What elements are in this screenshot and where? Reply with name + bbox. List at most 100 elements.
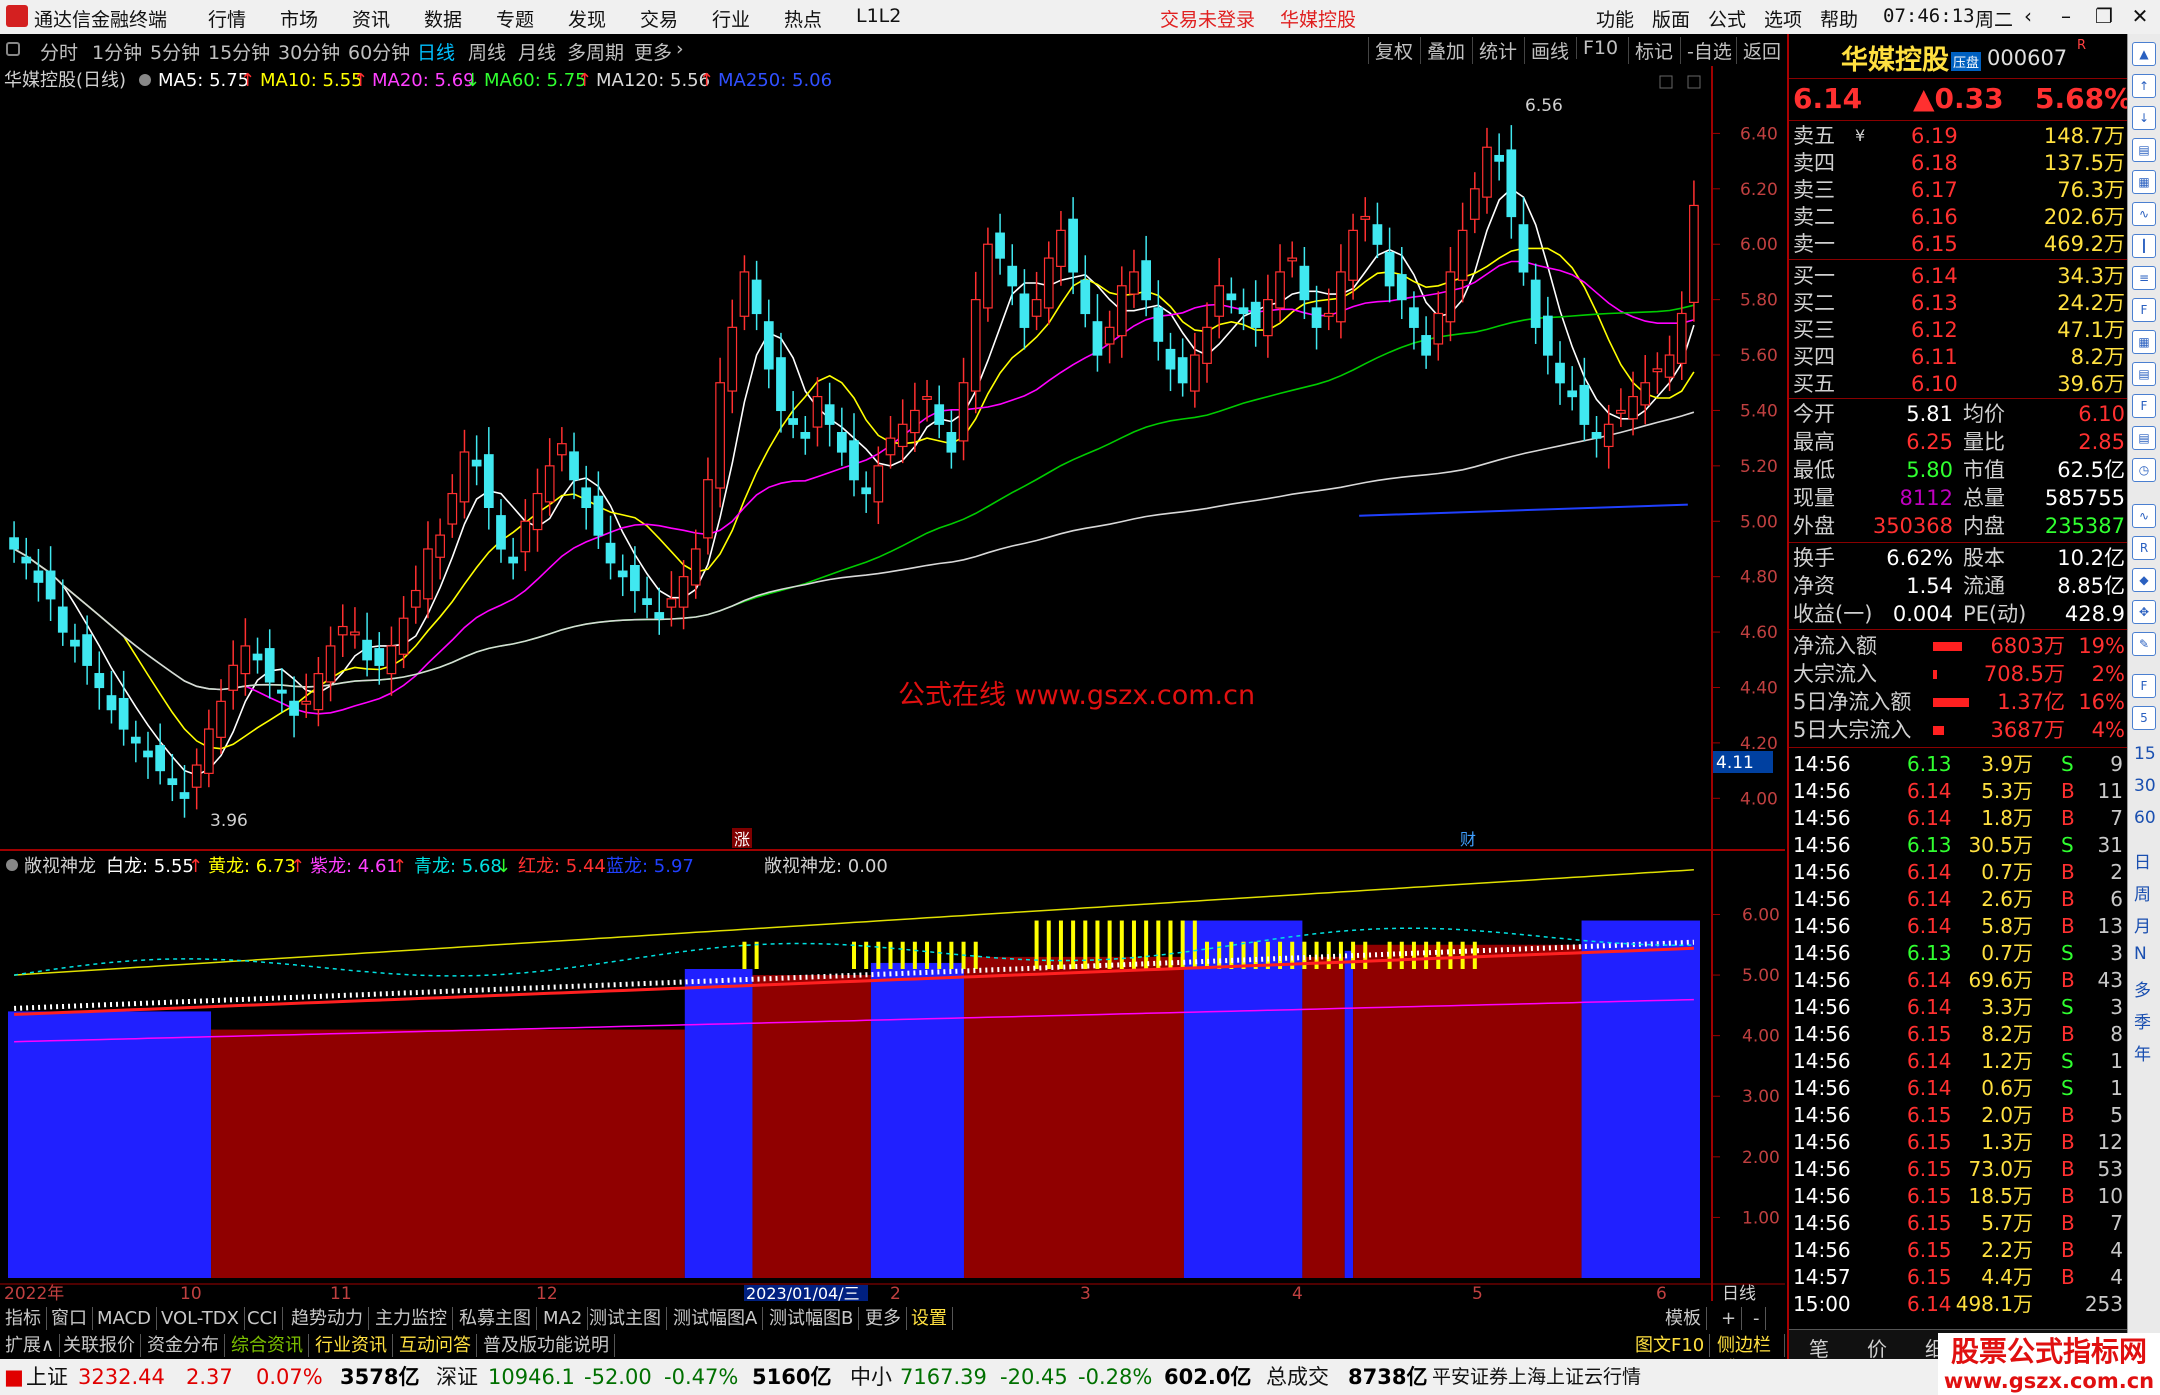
side-label-60[interactable]: 60 bbox=[2134, 808, 2156, 828]
f10-tab[interactable]: 图文F10 bbox=[1630, 1334, 1711, 1357]
ask-row[interactable]: 卖二 6.16 202.6万 bbox=[1793, 203, 2125, 231]
panel-tab[interactable]: 价 bbox=[1867, 1333, 1887, 1362]
chart-svg[interactable]: 6.40 6.20 6.00 5.80 5.60 5.40 5.20 5.00 4.80 4.60… bbox=[0, 66, 1785, 1301]
extension-tab[interactable]: 综合资讯 bbox=[226, 1334, 309, 1357]
f5-icon[interactable]: F bbox=[2132, 674, 2156, 698]
toolbar-toggle-icon[interactable] bbox=[6, 42, 20, 56]
side-period[interactable]: 月 bbox=[2134, 912, 2151, 937]
chart-area[interactable]: 6.40 6.20 6.00 5.80 5.60 5.40 5.20 5.00 4.80 4.60… bbox=[0, 66, 1785, 1301]
bid-row[interactable]: 买五 6.10 39.6万 bbox=[1793, 370, 2125, 398]
panel-tab[interactable]: 笔 bbox=[1809, 1333, 1829, 1362]
tick-row[interactable]: 14:56 6.15 73.0万 B 53 bbox=[1793, 1155, 2125, 1183]
side-period[interactable]: 年 bbox=[2134, 1040, 2151, 1065]
tick-row[interactable]: 14:56 6.13 3.9万 S 9 bbox=[1793, 750, 2125, 778]
menu-item[interactable]: 热点 bbox=[784, 5, 822, 32]
event-marker-zhang[interactable]: 涨 bbox=[734, 830, 750, 849]
sub-legend-settings-icon[interactable] bbox=[6, 859, 18, 871]
tick-row[interactable]: 15:00 6.14 498.1万 253 bbox=[1793, 1290, 2125, 1318]
side-period[interactable]: N bbox=[2134, 944, 2147, 964]
tool-button[interactable]: 统计 bbox=[1472, 37, 1517, 64]
tick-row[interactable]: 14:56 6.14 3.3万 S 3 bbox=[1793, 993, 2125, 1021]
indicator-tab[interactable]: VOL-TDX bbox=[156, 1307, 245, 1330]
nav-up-icon[interactable]: ▲ bbox=[2132, 42, 2156, 66]
tool-button[interactable]: -自选 bbox=[1680, 37, 1732, 64]
template-button[interactable]: 模板 bbox=[1660, 1307, 1707, 1330]
tick-row[interactable]: 14:56 6.14 0.6万 S 1 bbox=[1793, 1074, 2125, 1102]
tool-button[interactable]: 画线 bbox=[1524, 37, 1569, 64]
period-tab[interactable]: 分时 bbox=[40, 38, 78, 65]
table-icon[interactable]: ▦ bbox=[2132, 330, 2156, 354]
back-icon[interactable]: ‹ bbox=[2010, 2, 2046, 30]
tick-row[interactable]: 14:56 6.14 5.8万 B 13 bbox=[1793, 912, 2125, 940]
nav-up-alt-icon[interactable]: ↑ bbox=[2132, 74, 2156, 98]
period-tab[interactable]: 5分钟 bbox=[150, 38, 200, 65]
candle-icon[interactable]: ┃ bbox=[2132, 234, 2156, 258]
extension-tab[interactable]: 资金分布 bbox=[142, 1334, 225, 1357]
menu-item[interactable]: 行情 bbox=[208, 5, 246, 32]
chevron-right-icon[interactable]: › bbox=[676, 38, 684, 60]
period-tab[interactable]: 多周期 bbox=[567, 38, 624, 65]
indicator-tab[interactable]: 私募主图 bbox=[454, 1307, 537, 1330]
indicator-tab[interactable]: 更多 bbox=[860, 1307, 907, 1330]
indicator-tab[interactable]: 窗口 bbox=[46, 1307, 93, 1330]
period-tab[interactable]: 周线 bbox=[468, 38, 506, 65]
remove-pane-button[interactable]: - bbox=[1748, 1307, 1766, 1330]
indicator-tab[interactable]: CCI bbox=[242, 1307, 284, 1330]
extension-tab[interactable]: 扩展∧ bbox=[0, 1334, 61, 1357]
tick-row[interactable]: 14:56 6.14 1.2万 S 1 bbox=[1793, 1047, 2125, 1075]
pen-icon[interactable]: ✎ bbox=[2132, 632, 2156, 656]
side-period[interactable]: 周 bbox=[2134, 880, 2151, 905]
tick-row[interactable]: 14:56 6.15 18.5万 B 10 bbox=[1793, 1182, 2125, 1210]
extension-tab[interactable]: 普及版功能说明 bbox=[478, 1334, 615, 1357]
extension-tab[interactable]: 行业资讯 bbox=[310, 1334, 393, 1357]
report-icon[interactable]: ▤ bbox=[2132, 362, 2156, 386]
bid-row[interactable]: 买一 6.14 34.3万 bbox=[1793, 262, 2125, 290]
menu-item-layout[interactable]: 版面 bbox=[1652, 5, 1690, 32]
n5-icon[interactable]: 5 bbox=[2132, 706, 2156, 730]
indicator-tab[interactable]: MACD bbox=[92, 1307, 157, 1330]
extension-tab[interactable]: 互动问答 bbox=[394, 1334, 477, 1357]
extension-tab[interactable]: 关联报价 bbox=[58, 1334, 141, 1357]
menu-item[interactable]: 数据 bbox=[424, 5, 462, 32]
line-chart-icon[interactable]: ∿ bbox=[2132, 202, 2156, 226]
menu-item[interactable]: 资讯 bbox=[352, 5, 390, 32]
ask-row[interactable]: 卖一 6.15 469.2万 bbox=[1793, 230, 2125, 258]
rsi-icon[interactable]: R bbox=[2132, 536, 2156, 560]
tool-button[interactable]: 复权 bbox=[1368, 37, 1413, 64]
indicator-tab-settings[interactable]: 设置 bbox=[906, 1307, 953, 1330]
news-icon[interactable]: ▤ bbox=[2132, 426, 2156, 450]
event-marker-cai[interactable]: 财 bbox=[1460, 830, 1476, 849]
tick-row[interactable]: 14:56 6.15 5.7万 B 7 bbox=[1793, 1209, 2125, 1237]
menu-item[interactable]: 行业 bbox=[712, 5, 750, 32]
menu-item[interactable]: 发现 bbox=[568, 5, 606, 32]
doc-icon[interactable]: ▤ bbox=[2132, 138, 2156, 162]
side-label-15[interactable]: 15 bbox=[2134, 744, 2156, 764]
grid-icon[interactable]: ▦ bbox=[2132, 170, 2156, 194]
minimize-icon[interactable]: – bbox=[2048, 2, 2084, 30]
clock-icon[interactable]: ◷ bbox=[2132, 458, 2156, 482]
tool-button[interactable]: 返回 bbox=[1736, 37, 1781, 64]
ask-row[interactable]: 卖三 6.17 76.3万 bbox=[1793, 176, 2125, 204]
move-icon[interactable]: ✥ bbox=[2132, 600, 2156, 624]
nav-down-icon[interactable]: ↓ bbox=[2132, 106, 2156, 130]
period-tab[interactable]: 月线 bbox=[518, 38, 556, 65]
tool-button[interactable]: 标记 bbox=[1628, 37, 1673, 64]
tick-row[interactable]: 14:56 6.15 2.0万 B 5 bbox=[1793, 1101, 2125, 1129]
period-tab-daily[interactable]: 日线 bbox=[417, 38, 455, 65]
period-tab-more[interactable]: 更多 bbox=[634, 38, 672, 65]
status-sh-label[interactable]: 上证 bbox=[26, 1359, 68, 1395]
tick-row[interactable]: 14:56 6.15 1.3万 B 12 bbox=[1793, 1128, 2125, 1156]
wave-icon[interactable]: ∿ bbox=[2132, 504, 2156, 528]
menu-item-function[interactable]: 功能 bbox=[1596, 5, 1634, 32]
status-zx-label[interactable]: 中小 bbox=[850, 1359, 892, 1395]
tick-row[interactable]: 14:56 6.13 30.5万 S 31 bbox=[1793, 831, 2125, 859]
menu-item-formula[interactable]: 公式 bbox=[1708, 5, 1746, 32]
fin-icon[interactable]: F bbox=[2132, 298, 2156, 322]
tick-row[interactable]: 14:56 6.14 69.6万 B 43 bbox=[1793, 966, 2125, 994]
tick-row[interactable]: 14:56 6.14 1.8万 B 7 bbox=[1793, 804, 2125, 832]
add-pane-button[interactable]: + bbox=[1716, 1307, 1743, 1330]
sidebar-toggle[interactable]: 侧边栏《 bbox=[1712, 1334, 1785, 1379]
list-icon[interactable]: ≡ bbox=[2132, 266, 2156, 290]
period-tab[interactable]: 60分钟 bbox=[348, 38, 410, 65]
menu-item[interactable]: 市场 bbox=[280, 5, 318, 32]
